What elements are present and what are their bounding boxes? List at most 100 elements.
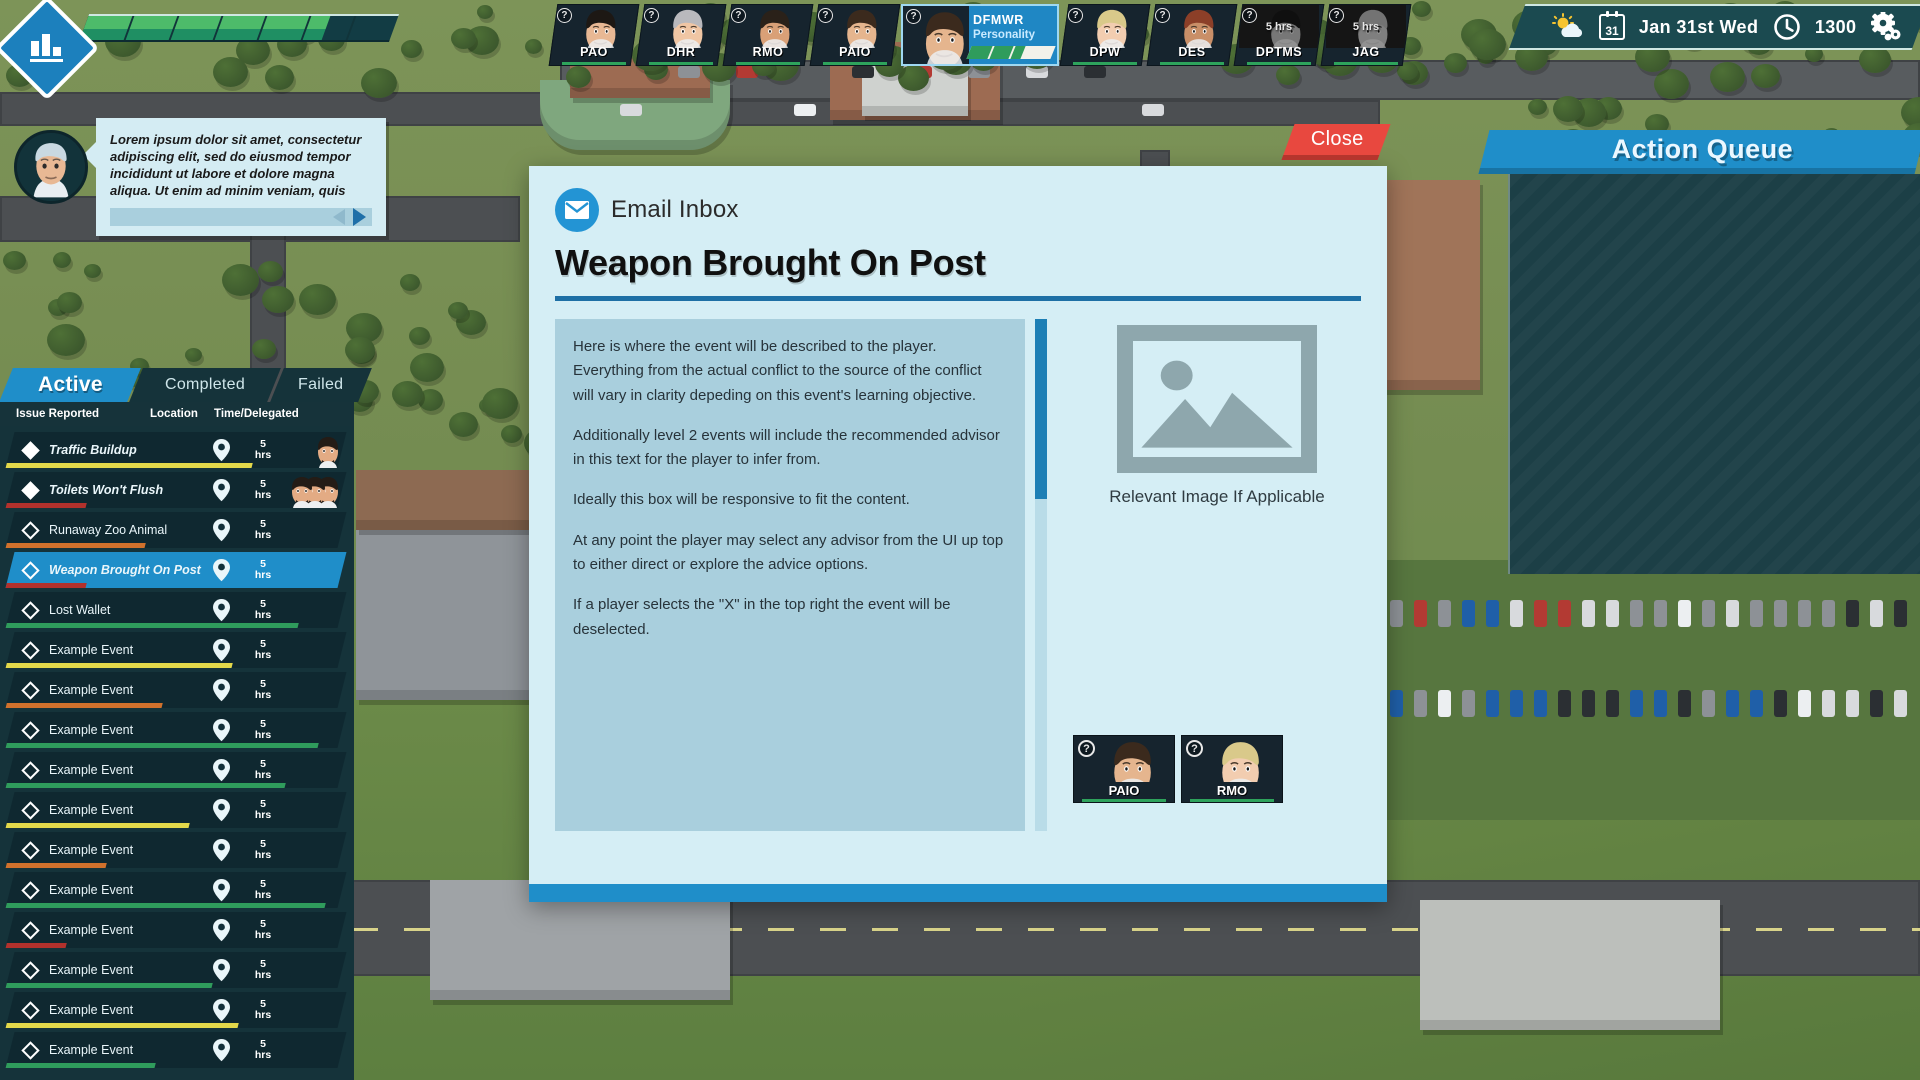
advisor-help-badge[interactable]: ? [1329, 8, 1344, 23]
advisor-status-bar [1247, 62, 1311, 65]
advisor-selected-dfmwr[interactable]: ? DFMWR Personality [901, 4, 1059, 66]
dialogue-bubble: Lorem ipsum dolor sit amet, consectetur … [83, 118, 386, 236]
advisor-name: DPTMS [1255, 45, 1303, 59]
advisor-help-badge[interactable]: ? [731, 8, 746, 23]
location-pin-icon[interactable] [204, 598, 238, 622]
advisor-tile-jag[interactable]: ? 5 hrs JAG [1320, 4, 1412, 66]
description-paragraph: Additionally level 2 events will include… [573, 426, 1000, 469]
gear-icon[interactable] [1870, 12, 1904, 42]
recommended-advisor-card-rmo[interactable]: ? RMO [1181, 735, 1283, 803]
location-pin-icon[interactable] [204, 478, 238, 502]
advisor-tile-dpw[interactable]: ? DPW [1059, 4, 1151, 66]
issue-column-headers: Issue Reported Location Time/Delegated [0, 402, 354, 426]
advisor-tile-rmo[interactable]: ? RMO [722, 4, 814, 66]
issue-row[interactable]: Example Event 5 hrs [5, 792, 347, 828]
issue-row[interactable]: Example Event 5 hrs [5, 712, 347, 748]
advisor-help-badge[interactable]: ? [906, 9, 921, 24]
issue-row[interactable]: Example Event 5 hrs [5, 1032, 347, 1068]
advisor-help-badge[interactable]: ? [1186, 740, 1203, 757]
issue-row[interactable]: Example Event 5 hrs [5, 912, 347, 948]
advisor-status-bar [1073, 62, 1137, 65]
issue-row[interactable]: Toilets Won't Flush 5 hrs [5, 472, 347, 508]
location-pin-icon[interactable] [204, 678, 238, 702]
issue-delegates [288, 952, 342, 988]
location-pin-icon[interactable] [204, 918, 238, 942]
issue-row[interactable]: Weapon Brought On Post 5 hrs [5, 552, 347, 588]
building [1420, 900, 1720, 1030]
location-pin-icon[interactable] [204, 438, 238, 462]
location-pin-icon[interactable] [204, 878, 238, 902]
location-pin-icon[interactable] [204, 758, 238, 782]
issue-label: Example Event [49, 843, 134, 857]
issue-progress-bar [5, 703, 163, 708]
issue-progress-bar [5, 623, 299, 628]
issue-label: Example Event [49, 803, 134, 817]
advisor-help-badge[interactable]: ? [1078, 740, 1095, 757]
issue-progress-bar [5, 583, 87, 588]
issue-label: Example Event [49, 643, 134, 657]
advisor-tile-dhr[interactable]: ? DHR [635, 4, 727, 66]
next-arrow-icon[interactable] [353, 207, 366, 226]
issue-delegates [288, 992, 342, 1028]
tab-failed[interactable]: Failed [270, 368, 372, 402]
envelope-glyph [565, 201, 589, 219]
issue-progress-bar [5, 983, 213, 988]
tab-active-label: Active [37, 373, 103, 396]
advisor-selection-bar[interactable]: ? PAO ? DHR ? RMO ? PAIO ? DFMWR Persona… [548, 4, 1412, 66]
location-pin-icon[interactable] [204, 838, 238, 862]
prev-arrow-icon[interactable] [333, 208, 345, 225]
advisor-help-badge[interactable]: ? [1155, 8, 1170, 23]
issue-row[interactable]: Example Event 5 hrs [5, 832, 347, 868]
issue-time: 5 hrs [254, 757, 272, 781]
issue-list[interactable]: Traffic Buildup 5 hrs Toilets Won't Flus… [0, 426, 354, 1080]
advisor-tile-des[interactable]: ? DES [1146, 4, 1238, 66]
location-pin-icon[interactable] [204, 798, 238, 822]
tab-completed[interactable]: Completed [129, 368, 281, 402]
location-pin-icon[interactable] [204, 638, 238, 662]
advisor-help-badge[interactable]: ? [644, 8, 659, 23]
tab-active[interactable]: Active [0, 368, 141, 402]
issue-panel: Active Completed Failed Issue Reported L… [0, 368, 372, 1080]
issue-row[interactable]: Traffic Buildup 5 hrs [5, 432, 347, 468]
issue-progress-bar [5, 823, 190, 828]
issue-time: 5 hrs [254, 877, 272, 901]
scrollbar-track[interactable] [1035, 319, 1047, 831]
issue-progress-bar [5, 903, 326, 908]
issue-label: Example Event [49, 883, 134, 897]
issue-label: Lost Wallet [49, 603, 111, 617]
advisor-help-badge[interactable]: ? [818, 8, 833, 23]
location-pin-icon[interactable] [204, 518, 238, 542]
issue-row[interactable]: Example Event 5 hrs [5, 752, 347, 788]
envelope-icon [555, 188, 599, 232]
advisor-tile-dptms[interactable]: ? 5 hrs DPTMS [1233, 4, 1325, 66]
advisor-help-badge[interactable]: ? [1068, 8, 1083, 23]
issue-row[interactable]: Lost Wallet 5 hrs [5, 592, 347, 628]
location-pin-icon[interactable] [204, 718, 238, 742]
issue-label: Example Event [49, 1003, 134, 1017]
scrollbar-thumb[interactable] [1035, 319, 1047, 499]
recommended-advisor-card-paio[interactable]: ? PAIO [1073, 735, 1175, 803]
issue-row[interactable]: Example Event 5 hrs [5, 872, 347, 908]
action-queue-body[interactable] [1508, 174, 1920, 574]
advisor-help-badge[interactable]: ? [557, 8, 572, 23]
issue-time: 5 hrs [254, 837, 272, 861]
advisor-status-bar [1082, 799, 1166, 802]
advisor-name: PAIO [839, 45, 871, 59]
advisor-help-badge[interactable]: ? [1242, 8, 1257, 23]
recommended-advisors[interactable]: ? PAIO ? RMO [1073, 735, 1283, 803]
location-pin-icon[interactable] [204, 998, 238, 1022]
close-button[interactable]: Close [1281, 124, 1391, 160]
building [356, 470, 542, 530]
location-pin-icon[interactable] [204, 1038, 238, 1062]
location-pin-icon[interactable] [204, 558, 238, 582]
location-pin-icon[interactable] [204, 958, 238, 982]
advisor-tile-paio[interactable]: ? PAIO [809, 4, 901, 66]
issue-row[interactable]: Example Event 5 hrs [5, 672, 347, 708]
issue-row[interactable]: Example Event 5 hrs [5, 632, 347, 668]
issue-row[interactable]: Example Event 5 hrs [5, 992, 347, 1028]
issue-row[interactable]: Runaway Zoo Animal 5 hrs [5, 512, 347, 548]
advisor-tile-pao[interactable]: ? PAO [548, 4, 640, 66]
dialogue-text: Lorem ipsum dolor sit amet, consectetur … [110, 132, 362, 199]
issue-row[interactable]: Example Event 5 hrs [5, 952, 347, 988]
close-button-label: Close [1310, 128, 1364, 150]
